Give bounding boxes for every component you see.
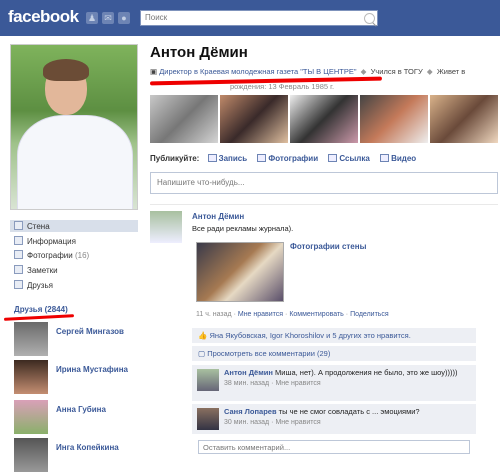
- friends-header[interactable]: Друзья (2844): [14, 305, 68, 314]
- status-composer[interactable]: Напишите что-нибудь...: [150, 172, 498, 194]
- facebook-logo[interactable]: facebook: [8, 7, 79, 27]
- notes-icon: [14, 265, 23, 274]
- likes-box: 👍 Яна Якубовская, Igor Khoroshilov и 5 д…: [192, 328, 476, 344]
- search-icon[interactable]: [364, 13, 375, 24]
- comment-button[interactable]: Комментировать: [289, 311, 344, 318]
- sidebar-item-photos[interactable]: Фотографии (16): [14, 250, 89, 260]
- strip-photo[interactable]: [360, 95, 428, 143]
- friend-avatar: [14, 438, 48, 472]
- profile-picture[interactable]: [10, 44, 138, 210]
- friend-item[interactable]: Инга Копейкина: [14, 438, 142, 474]
- comment: Антон Дёмин Миша, нет). А продолжения не…: [192, 365, 476, 401]
- lives-info: Живет в: [436, 67, 466, 76]
- publish-video-button[interactable]: Видео: [380, 154, 416, 163]
- search-placeholder: Поиск: [145, 13, 168, 22]
- strip-photo[interactable]: [150, 95, 218, 143]
- divider: [150, 204, 498, 205]
- info-icon: [14, 236, 23, 245]
- post-time: 11 ч. назад: [196, 311, 232, 318]
- profile-info-line: ▣ Директор в Краевая молодежная газета "…: [150, 67, 466, 76]
- comment-text: Миша, нет). А продолжения не было, это ж…: [275, 368, 458, 377]
- sidebar-item-info[interactable]: Информация: [14, 236, 76, 246]
- red-underline-friends: [3, 314, 75, 321]
- share-button[interactable]: Поделиться: [350, 311, 389, 318]
- top-bar: facebook ♟ ✉ ● Поиск: [0, 0, 500, 36]
- comment-text: ты че не смог совладать с ... эмоциями?: [278, 407, 420, 416]
- search-input[interactable]: Поиск: [140, 10, 378, 26]
- briefcase-icon: ▣: [150, 67, 158, 76]
- wall-icon: [14, 221, 23, 230]
- study-info: Учился в ТОГУ: [370, 67, 423, 76]
- album-link[interactable]: Фотографии стены: [290, 242, 366, 251]
- messages-icon[interactable]: ✉: [102, 12, 114, 24]
- comments-icon: ▢: [198, 349, 206, 358]
- comment-like-button[interactable]: Мне нравится: [275, 419, 320, 426]
- profile-name: Антон Дёмин: [150, 44, 248, 61]
- friend-requests-icon[interactable]: ♟: [86, 12, 98, 24]
- strip-photo[interactable]: [220, 95, 288, 143]
- publish-photos-button[interactable]: Фотографии: [257, 154, 318, 163]
- photo-strip: [150, 95, 498, 143]
- friends-icon: [14, 280, 23, 289]
- post-meta: 11 ч. назад · Мне нравится · Комментиров…: [196, 311, 389, 318]
- comment: Саня Лопарев ты че не смог совладать с .…: [192, 404, 476, 434]
- sidebar-item-friends[interactable]: Друзья: [14, 280, 53, 290]
- thumbs-up-icon: 👍: [198, 331, 208, 340]
- publish-status-button[interactable]: Запись: [207, 154, 247, 163]
- comment-avatar[interactable]: [197, 408, 219, 430]
- comment-time: 38 мин. назад: [224, 380, 270, 387]
- post-text: Все ради рекламы журнала).: [192, 224, 294, 233]
- comment-avatar[interactable]: [197, 369, 219, 391]
- comment-input[interactable]: Оставить комментарий...: [198, 440, 470, 454]
- comment-author[interactable]: Антон Дёмин: [224, 368, 273, 377]
- like-button[interactable]: Мне нравится: [238, 311, 283, 318]
- friend-avatar: [14, 400, 48, 434]
- friend-item[interactable]: Сергей Мингазов: [14, 322, 142, 358]
- post-photo[interactable]: [196, 242, 284, 302]
- view-all-comments[interactable]: ▢ Просмотреть все комментарии (29): [192, 346, 476, 362]
- comment-author[interactable]: Саня Лопарев: [224, 407, 277, 416]
- friend-item[interactable]: Ирина Мустафина: [14, 360, 142, 396]
- birthday-info: рождения: 13 Февраль 1985 г.: [230, 82, 335, 91]
- job-info[interactable]: Директор в Краевая молодежная газета "ТЫ…: [159, 67, 356, 76]
- sidebar-item-notes[interactable]: Заметки: [14, 265, 58, 275]
- sidebar-item-wall[interactable]: Стена: [10, 220, 138, 232]
- comment-like-button[interactable]: Мне нравится: [275, 380, 320, 387]
- comment-time: 30 мин. назад: [224, 419, 270, 426]
- notifications-icon[interactable]: ●: [118, 12, 130, 24]
- post-author[interactable]: Антон Дёмин: [192, 212, 244, 221]
- friend-avatar: [14, 322, 48, 356]
- post-author-avatar[interactable]: [150, 211, 182, 243]
- friend-avatar: [14, 360, 48, 394]
- publish-link-button[interactable]: Ссылка: [328, 154, 370, 163]
- photos-icon: [14, 250, 23, 259]
- strip-photo[interactable]: [290, 95, 358, 143]
- publisher-bar: Публикуйте: Запись Фотографии Ссылка Вид…: [150, 154, 417, 163]
- friend-item[interactable]: Анна Губина: [14, 400, 142, 436]
- strip-photo[interactable]: [430, 95, 498, 143]
